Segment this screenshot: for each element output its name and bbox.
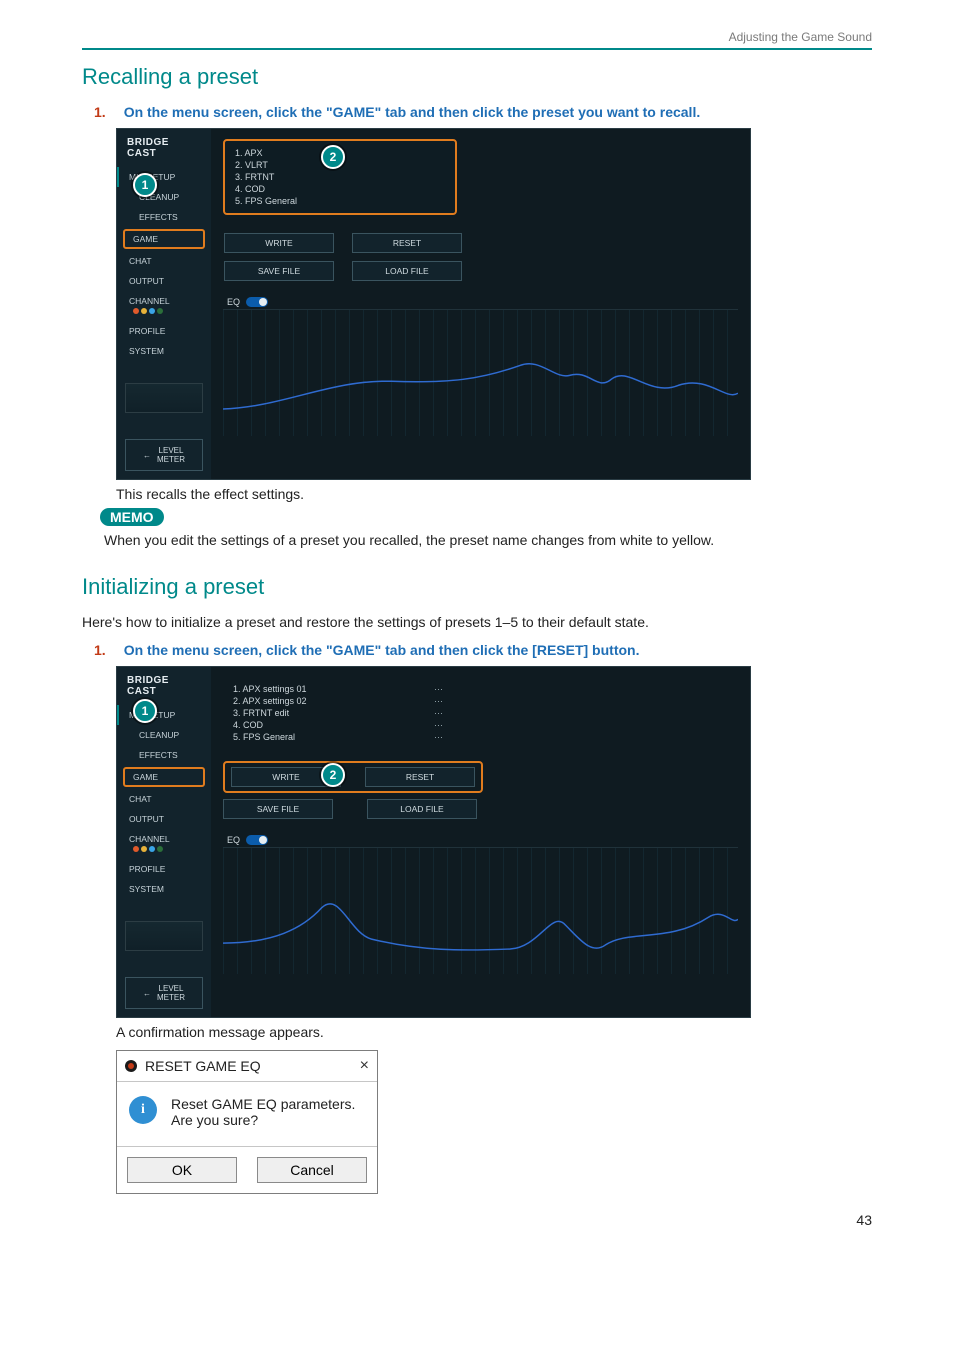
app-sidebar: BRIDGE CAST MIC SETUP CLEANUP EFFECTS GA… (117, 129, 211, 479)
save-file-button[interactable]: SAVE FILE (224, 261, 334, 281)
step-text: On the menu screen, click the "GAME" tab… (124, 642, 640, 658)
memo-text: When you edit the settings of a preset y… (104, 532, 872, 548)
mixer-thumbnail (125, 383, 203, 413)
app-icon (125, 1060, 137, 1072)
load-file-button[interactable]: LOAD FILE (352, 261, 462, 281)
nav-output[interactable]: OUTPUT (117, 809, 211, 829)
arrow-left-icon: ← (143, 989, 151, 998)
nav-effects[interactable]: EFFECTS (117, 207, 211, 227)
callout-marker-2: 2 (321, 145, 345, 169)
preset-item[interactable]: 3. FRTNT (235, 171, 445, 183)
preset-item[interactable]: 4. COD··· (233, 719, 443, 731)
button-row-bottom: SAVE FILE LOAD FILE (223, 261, 463, 281)
reset-button[interactable]: RESET (352, 233, 462, 253)
section-intro: Here's how to initialize a preset and re… (82, 614, 872, 630)
more-icon[interactable]: ··· (434, 696, 443, 706)
nav-chat[interactable]: CHAT (117, 251, 211, 271)
eq-label: EQ (227, 835, 240, 845)
more-icon[interactable]: ··· (434, 732, 443, 742)
dialog-titlebar: RESET GAME EQ × (117, 1051, 377, 1082)
info-icon: i (129, 1096, 157, 1124)
dialog-message: Reset GAME EQ parameters. Are you sure? (171, 1096, 355, 1128)
nav-system[interactable]: SYSTEM (117, 341, 211, 361)
section-title-initialize: Initializing a preset (82, 574, 872, 600)
nav-output[interactable]: OUTPUT (117, 271, 211, 291)
reset-button[interactable]: RESET (365, 767, 475, 787)
callout-marker-1: 1 (133, 173, 157, 197)
app-sidebar: BRIDGE CAST MIC SETUP CLEANUP EFFECTS GA… (117, 667, 211, 1017)
mixer-thumbnail (125, 921, 203, 951)
ok-button[interactable]: OK (127, 1157, 237, 1183)
dialog-title: RESET GAME EQ (145, 1058, 261, 1074)
nav-profile[interactable]: PROFILE (117, 321, 211, 341)
screenshot-caption: A confirmation message appears. (116, 1024, 872, 1040)
nav-game[interactable]: GAME (123, 767, 205, 787)
button-row-top: WRITE RESET (223, 233, 463, 253)
more-icon[interactable]: ··· (434, 720, 443, 730)
more-icon[interactable]: ··· (434, 708, 443, 718)
nav-mic-setup[interactable]: MIC SETUP (117, 167, 211, 187)
screenshot-recall: BRIDGE CAST MIC SETUP CLEANUP EFFECTS GA… (116, 128, 751, 480)
eq-toggle[interactable] (246, 297, 268, 307)
preset-list[interactable]: 1. APX settings 01··· 2. APX settings 02… (223, 677, 453, 749)
header-rule (82, 48, 872, 50)
callout-marker-1: 1 (133, 699, 157, 723)
more-icon[interactable]: ··· (434, 684, 443, 694)
eq-label: EQ (227, 297, 240, 307)
eq-graph[interactable] (223, 847, 738, 974)
app-brand: BRIDGE CAST (117, 137, 211, 167)
step-number: 1. (94, 104, 106, 120)
preset-item[interactable]: 4. COD (235, 183, 445, 195)
nav-cleanup[interactable]: CLEANUP (117, 187, 211, 207)
eq-toggle[interactable] (246, 835, 268, 845)
step-text: On the menu screen, click the "GAME" tab… (124, 104, 701, 120)
button-row-highlighted: WRITE RESET (223, 761, 483, 793)
preset-item[interactable]: 1. APX settings 01··· (233, 683, 443, 695)
nav-mic-setup[interactable]: MIC SETUP (117, 705, 211, 725)
preset-item[interactable]: 5. FPS General (235, 195, 445, 207)
preset-item[interactable]: 5. FPS General··· (233, 731, 443, 743)
cancel-button[interactable]: Cancel (257, 1157, 367, 1183)
write-button[interactable]: WRITE (224, 233, 334, 253)
screenshot-caption: This recalls the effect settings. (116, 486, 872, 502)
close-icon[interactable]: × (360, 1057, 369, 1075)
reset-dialog: RESET GAME EQ × i Reset GAME EQ paramete… (116, 1050, 378, 1194)
breadcrumb: Adjusting the Game Sound (82, 30, 872, 44)
nav-profile[interactable]: PROFILE (117, 859, 211, 879)
preset-item[interactable]: 3. FRTNT edit··· (233, 707, 443, 719)
eq-graph[interactable] (223, 309, 738, 436)
nav-chat[interactable]: CHAT (117, 789, 211, 809)
page-number: 43 (82, 1212, 872, 1228)
step-number: 1. (94, 642, 106, 658)
channel-dots (133, 308, 163, 314)
nav-effects[interactable]: EFFECTS (117, 745, 211, 765)
app-brand: BRIDGE CAST (117, 675, 211, 705)
nav-system[interactable]: SYSTEM (117, 879, 211, 899)
arrow-left-icon: ← (143, 451, 151, 460)
nav-game[interactable]: GAME (123, 229, 205, 249)
load-file-button[interactable]: LOAD FILE (367, 799, 477, 819)
callout-marker-2: 2 (321, 763, 345, 787)
nav-cleanup[interactable]: CLEANUP (117, 725, 211, 745)
channel-dots (133, 846, 163, 852)
memo-badge: MEMO (100, 508, 164, 526)
level-meter-button[interactable]: ← LEVEL METER (125, 439, 203, 471)
save-file-button[interactable]: SAVE FILE (223, 799, 333, 819)
preset-item[interactable]: 2. APX settings 02··· (233, 695, 443, 707)
nav-channel[interactable]: CHANNEL (117, 829, 211, 859)
section-title-recall: Recalling a preset (82, 64, 872, 90)
level-meter-button[interactable]: ← LEVEL METER (125, 977, 203, 1009)
nav-channel[interactable]: CHANNEL (117, 291, 211, 321)
screenshot-initialize: BRIDGE CAST MIC SETUP CLEANUP EFFECTS GA… (116, 666, 751, 1018)
